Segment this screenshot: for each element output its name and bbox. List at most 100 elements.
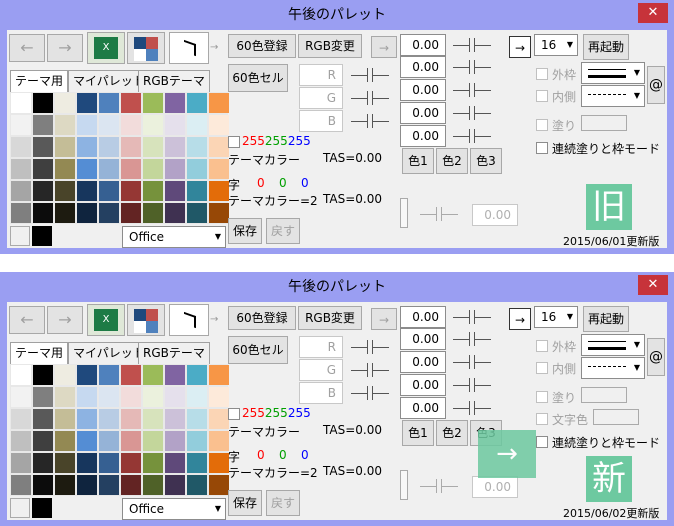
palette-swatch[interactable] xyxy=(77,159,97,179)
color1-button[interactable]: 色1 xyxy=(402,420,434,446)
close-button[interactable]: ✕ xyxy=(638,3,668,23)
palette-swatch[interactable] xyxy=(55,137,75,157)
palette-swatch[interactable] xyxy=(209,93,229,113)
palette-swatch[interactable] xyxy=(33,203,53,223)
palette-swatch[interactable] xyxy=(11,431,31,451)
palette-swatch[interactable] xyxy=(165,387,185,407)
palette-swatch[interactable] xyxy=(187,137,207,157)
g-slider[interactable] xyxy=(351,89,389,107)
palette-swatch[interactable] xyxy=(55,93,75,113)
bottom-slider-thumb[interactable] xyxy=(400,198,408,228)
palette-swatch[interactable] xyxy=(55,475,75,495)
value-field-1[interactable]: 0.00 xyxy=(400,34,446,56)
nav-back-button[interactable]: ← xyxy=(9,306,45,334)
g-slider[interactable] xyxy=(351,361,389,379)
palette-swatch[interactable] xyxy=(143,93,163,113)
r-slider[interactable] xyxy=(351,66,389,84)
palette-swatch[interactable] xyxy=(77,181,97,201)
slider-1[interactable] xyxy=(453,36,491,54)
office-theme-select[interactable]: Office ▼ xyxy=(122,498,226,520)
inner-line-select[interactable]: ▼ xyxy=(581,357,645,379)
palette-swatch[interactable] xyxy=(143,453,163,473)
nav-back-button[interactable]: ← xyxy=(9,34,45,62)
g-field[interactable]: G xyxy=(299,87,343,109)
office-theme-select[interactable]: Office ▼ xyxy=(122,226,226,248)
cell-60-button[interactable]: 60色セル xyxy=(228,64,288,92)
palette-swatch[interactable] xyxy=(77,365,97,385)
palette-swatch[interactable] xyxy=(77,137,97,157)
palette-swatch[interactable] xyxy=(187,181,207,201)
palette-swatch[interactable] xyxy=(121,453,141,473)
palette-swatch[interactable] xyxy=(11,115,31,135)
palette-swatch[interactable] xyxy=(55,387,75,407)
slider-2[interactable] xyxy=(453,58,491,76)
size-select[interactable]: 16 ▼ xyxy=(534,306,578,328)
palette-swatch[interactable] xyxy=(33,365,53,385)
palette-swatch[interactable] xyxy=(187,159,207,179)
palette-swatch[interactable] xyxy=(165,181,185,201)
theme-colors-icon[interactable] xyxy=(127,32,165,64)
excel-icon[interactable]: X xyxy=(87,32,125,64)
cell-60-button[interactable]: 60色セル xyxy=(228,336,288,364)
palette-swatch[interactable] xyxy=(187,453,207,473)
value-field-5[interactable]: 0.00 xyxy=(400,125,446,147)
palette-swatch[interactable] xyxy=(165,137,185,157)
palette-swatch[interactable] xyxy=(11,387,31,407)
palette-swatch[interactable] xyxy=(11,409,31,429)
value-field-1[interactable]: 0.00 xyxy=(400,306,446,328)
palette-swatch[interactable] xyxy=(99,93,119,113)
palette-swatch[interactable] xyxy=(77,115,97,135)
palette-swatch[interactable] xyxy=(99,431,119,451)
palette-swatch[interactable] xyxy=(55,431,75,451)
palette-swatch[interactable] xyxy=(77,475,97,495)
palette-swatch[interactable] xyxy=(77,93,97,113)
save-button[interactable]: 保存 xyxy=(228,218,262,244)
palette-swatch[interactable] xyxy=(165,159,185,179)
r-field[interactable]: R xyxy=(299,336,343,358)
palette-swatch[interactable] xyxy=(77,387,97,407)
bottom-slider[interactable] xyxy=(420,205,458,223)
palette-swatch[interactable] xyxy=(187,115,207,135)
palette-swatch[interactable] xyxy=(99,453,119,473)
tab-rgb-theme[interactable]: RGBテーマ xyxy=(138,342,210,364)
palette-swatch[interactable] xyxy=(143,203,163,223)
at-button[interactable]: @ xyxy=(647,66,665,104)
register-60-button[interactable]: 60色登録 xyxy=(228,306,296,330)
excel-icon[interactable]: X xyxy=(87,304,125,336)
value-field-5[interactable]: 0.00 xyxy=(400,397,446,419)
palette-swatch[interactable] xyxy=(209,387,229,407)
tab-rgb-theme[interactable]: RGBテーマ xyxy=(138,70,210,92)
palette-swatch[interactable] xyxy=(121,115,141,135)
palette-swatch[interactable] xyxy=(209,181,229,201)
save-button[interactable]: 保存 xyxy=(228,490,262,516)
palette-swatch[interactable] xyxy=(99,365,119,385)
palette-swatch[interactable] xyxy=(143,431,163,451)
b-slider[interactable] xyxy=(351,384,389,402)
rgb-change-button[interactable]: RGB変更 xyxy=(298,34,362,58)
line-tool-icon[interactable] xyxy=(169,304,209,336)
palette-swatch[interactable] xyxy=(187,475,207,495)
value-field-2[interactable]: 0.00 xyxy=(400,328,446,350)
outer-line-select[interactable]: ▼ xyxy=(581,334,645,356)
palette-swatch[interactable] xyxy=(143,475,163,495)
palette-swatch[interactable] xyxy=(209,203,229,223)
palette-swatch[interactable] xyxy=(143,409,163,429)
palette-swatch[interactable] xyxy=(121,93,141,113)
theme-colors-icon[interactable] xyxy=(127,304,165,336)
slider-4[interactable] xyxy=(453,104,491,122)
palette-swatch[interactable] xyxy=(77,431,97,451)
value-field-4[interactable]: 0.00 xyxy=(400,102,446,124)
inner-checkbox[interactable] xyxy=(536,90,548,102)
slider-5[interactable] xyxy=(453,127,491,145)
color2-button[interactable]: 色2 xyxy=(436,420,468,446)
b-slider[interactable] xyxy=(351,112,389,130)
palette-swatch[interactable] xyxy=(77,203,97,223)
palette-swatch[interactable] xyxy=(99,181,119,201)
outer-checkbox[interactable] xyxy=(536,68,548,80)
palette-swatch[interactable] xyxy=(143,137,163,157)
palette-swatch[interactable] xyxy=(33,409,53,429)
palette-swatch[interactable] xyxy=(99,409,119,429)
palette-swatch[interactable] xyxy=(165,431,185,451)
apply-arrow-button[interactable]: → xyxy=(371,308,397,330)
inner-checkbox[interactable] xyxy=(536,362,548,374)
